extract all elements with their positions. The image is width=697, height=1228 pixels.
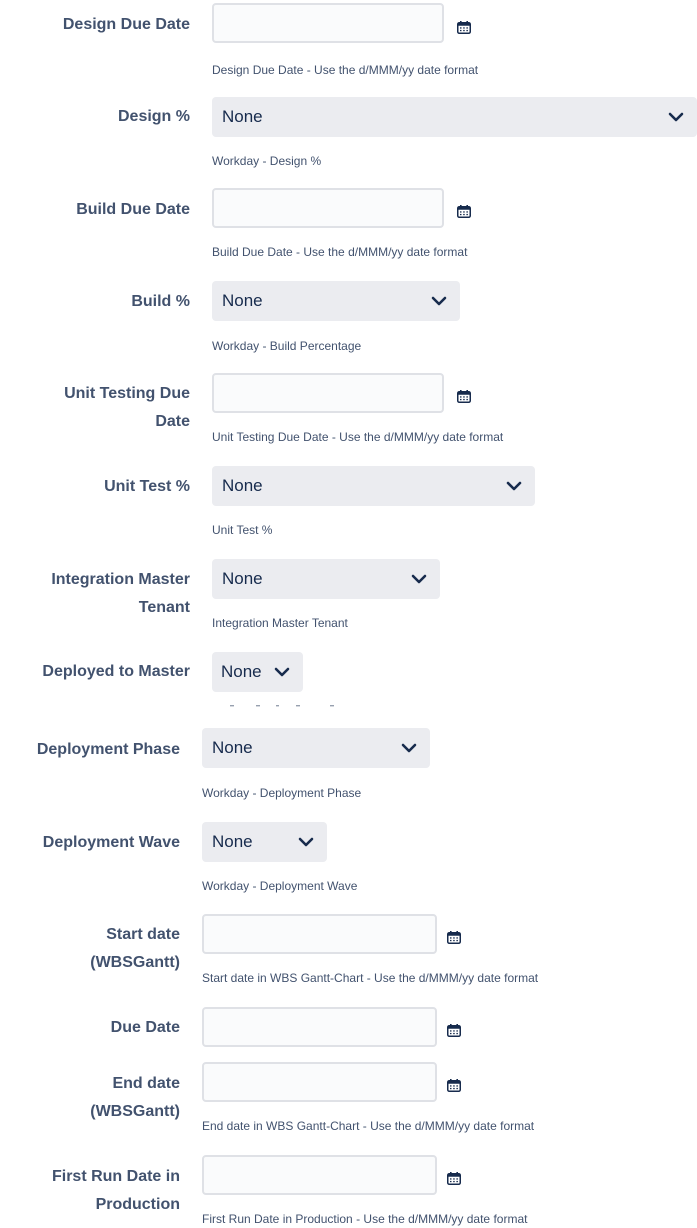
- build-percent-value: None: [222, 291, 263, 310]
- unit-testing-due-date-help: Unit Testing Due Date - Use the d/MMM/yy…: [212, 430, 504, 444]
- deployment-phase-label: Deployment Phase: [36, 741, 180, 758]
- integration-master-tenant-help: Integration Master Tenant: [212, 616, 348, 630]
- unit-test-percent-label: Unit Test %: [104, 478, 190, 495]
- chevron-down-icon: [274, 665, 290, 679]
- unit-testing-due-date-input[interactable]: [212, 373, 444, 413]
- start-date-label-line2: (WBSGantt): [90, 954, 180, 971]
- integration-master-tenant-value: None: [222, 569, 263, 588]
- end-date-label-line2: (WBSGantt): [90, 1103, 180, 1120]
- build-due-date-input[interactable]: [212, 188, 444, 228]
- end-date-label-line1: End date: [112, 1075, 180, 1092]
- end-date-help: End date in WBS Gantt-Chart - Use the d/…: [202, 1119, 535, 1133]
- unit-testing-due-date-label-line1: Unit Testing Due: [64, 385, 190, 402]
- first-run-date-help: First Run Date in Production - Use the d…: [202, 1212, 528, 1226]
- chevron-down-icon: [411, 572, 427, 586]
- deployment-wave-label: Deployment Wave: [42, 834, 180, 851]
- calendar-icon[interactable]: [457, 390, 471, 403]
- build-due-date-help: Build Due Date - Use the d/MMM/yy date f…: [212, 245, 468, 259]
- deployment-wave-select[interactable]: None: [202, 822, 327, 862]
- unit-test-percent-value: None: [222, 476, 263, 495]
- start-date-label-line1: Start date: [106, 926, 180, 943]
- calendar-icon[interactable]: [447, 1172, 461, 1185]
- build-percent-label: Build %: [131, 293, 190, 310]
- first-run-date-input[interactable]: [202, 1155, 437, 1195]
- deployed-to-master-value: None: [221, 662, 262, 681]
- start-date-input[interactable]: [202, 914, 437, 954]
- design-due-date-help: Design Due Date - Use the d/MMM/yy date …: [212, 63, 479, 77]
- design-due-date-label: Design Due Date: [62, 16, 190, 33]
- calendar-icon[interactable]: [457, 205, 471, 218]
- calendar-icon[interactable]: [447, 1024, 461, 1037]
- unit-test-percent-help: Unit Test %: [212, 523, 273, 537]
- deployment-phase-select[interactable]: None: [202, 728, 430, 768]
- unit-test-percent-select[interactable]: None: [212, 466, 535, 506]
- calendar-icon[interactable]: [447, 931, 461, 944]
- first-run-date-label-line2: Production: [95, 1196, 180, 1213]
- unit-testing-due-date-label-line2: Date: [155, 413, 190, 430]
- deployment-phase-help: Workday - Deployment Phase: [202, 786, 362, 800]
- chevron-down-icon: [401, 741, 417, 755]
- chevron-down-icon: [298, 835, 314, 849]
- start-date-help: Start date in WBS Gantt-Chart - Use the …: [202, 971, 539, 985]
- integration-master-tenant-select[interactable]: None: [212, 559, 440, 599]
- deployment-phase-value: None: [212, 738, 253, 757]
- calendar-icon[interactable]: [447, 1079, 461, 1092]
- due-date-input[interactable]: [202, 1007, 437, 1047]
- integration-master-tenant-label-line1: Integration Master: [51, 571, 190, 588]
- design-percent-help: Workday - Design %: [212, 154, 322, 168]
- design-percent-label: Design %: [117, 108, 190, 125]
- design-percent-value: None: [222, 107, 263, 126]
- deployment-wave-value: None: [212, 832, 253, 851]
- due-date-label: Due Date: [110, 1019, 180, 1036]
- deployed-to-master-select[interactable]: None: [212, 652, 303, 692]
- integration-master-tenant-label-line2: Tenant: [138, 599, 190, 616]
- chevron-down-icon: [668, 110, 684, 124]
- build-due-date-label: Build Due Date: [76, 201, 190, 218]
- design-percent-select[interactable]: None: [212, 97, 697, 137]
- deployment-wave-help: Workday - Deployment Wave: [202, 879, 358, 893]
- build-percent-select[interactable]: None: [212, 281, 460, 321]
- first-run-date-label-line1: First Run Date in: [51, 1168, 180, 1185]
- calendar-icon[interactable]: [457, 21, 471, 34]
- end-date-input[interactable]: [202, 1062, 437, 1102]
- deployed-to-master-label: Deployed to Master: [42, 663, 190, 680]
- deployed-to-master-help-clipped: [212, 698, 352, 708]
- chevron-down-icon: [431, 294, 447, 308]
- chevron-down-icon: [506, 479, 522, 493]
- design-due-date-input[interactable]: [212, 3, 444, 43]
- build-percent-help: Workday - Build Percentage: [212, 339, 362, 353]
